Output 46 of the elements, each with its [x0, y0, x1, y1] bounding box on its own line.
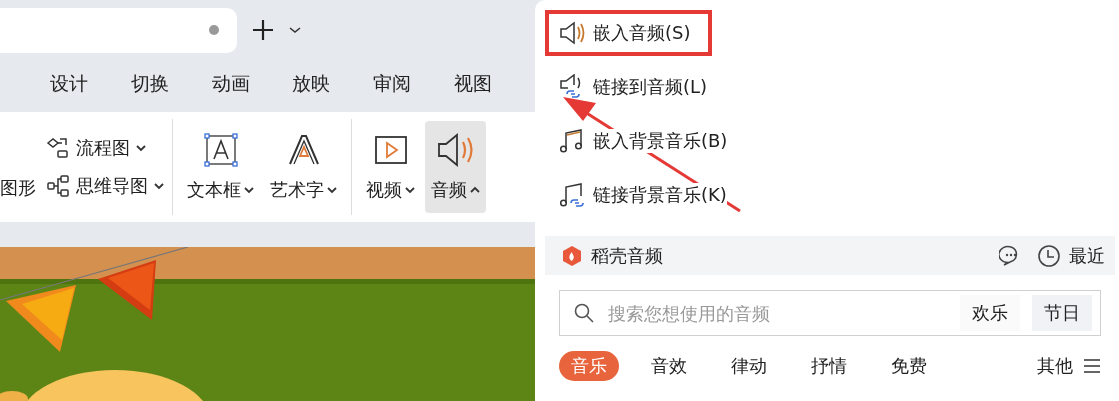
ribbon-button[interactable]: 文本框: [181, 121, 260, 213]
quick-tag[interactable]: 节日: [1032, 295, 1092, 331]
ribbon-button[interactable]: 音频: [425, 121, 486, 213]
caret-icon: [244, 186, 254, 194]
menu-icon[interactable]: [1083, 358, 1101, 374]
caret-icon: [154, 182, 164, 190]
music-note-link-icon: [559, 182, 585, 208]
menu-item[interactable]: 链接背景音乐(K): [545, 172, 745, 218]
music-note-icon: [559, 128, 585, 154]
category-tab[interactable]: 抒情: [799, 351, 859, 381]
speaker-icon: [559, 21, 585, 45]
more-link[interactable]: 其他: [1037, 354, 1073, 378]
caret-icon[interactable]: [289, 26, 301, 34]
caret-icon: [470, 186, 480, 194]
menu-tab[interactable]: 审阅: [373, 71, 455, 97]
text-box-icon: [202, 132, 239, 168]
caret-icon: [327, 186, 337, 194]
search-icon: [574, 303, 594, 323]
menu-tab[interactable]: 设计: [50, 71, 131, 97]
menu-tab[interactable]: 视图: [454, 71, 535, 97]
store-title: 稻壳音频: [591, 243, 664, 268]
menu-item[interactable]: 链接到音频(L): [545, 64, 726, 110]
flowchart-icon: [46, 136, 70, 160]
menu-item[interactable]: 嵌入音频(S): [545, 10, 712, 56]
ribbon-button[interactable]: 流程图: [46, 136, 164, 160]
quick-tag[interactable]: 欢乐: [960, 295, 1020, 331]
category-tab[interactable]: 免费: [879, 351, 939, 381]
menu-tab[interactable]: 放映: [292, 71, 374, 97]
ribbon-button[interactable]: 思维导图: [46, 174, 164, 198]
search-field[interactable]: 搜索您想使用的音频 欢乐 节日: [559, 290, 1101, 336]
menu-tab[interactable]: 动画: [211, 71, 293, 97]
speaker-icon: [435, 132, 476, 168]
category-tab[interactable]: 音效: [639, 351, 699, 381]
menu-tab[interactable]: 切换: [130, 71, 212, 97]
mindmap-icon: [46, 174, 70, 198]
ribbon-button[interactable]: 视频: [360, 121, 421, 213]
recent-link[interactable]: 最近: [1069, 243, 1105, 268]
menu-item[interactable]: 嵌入背景音乐(B): [545, 118, 746, 164]
caret-icon: [405, 186, 415, 194]
ribbon-button[interactable]: 艺术字: [264, 121, 343, 213]
caret-icon: [136, 144, 146, 152]
logo-icon: [561, 244, 583, 267]
clock-icon[interactable]: [1037, 243, 1061, 268]
category-tab[interactable]: 律动: [719, 351, 779, 381]
ribbon-label[interactable]: 图形: [0, 176, 36, 200]
plus-icon[interactable]: [251, 18, 275, 42]
